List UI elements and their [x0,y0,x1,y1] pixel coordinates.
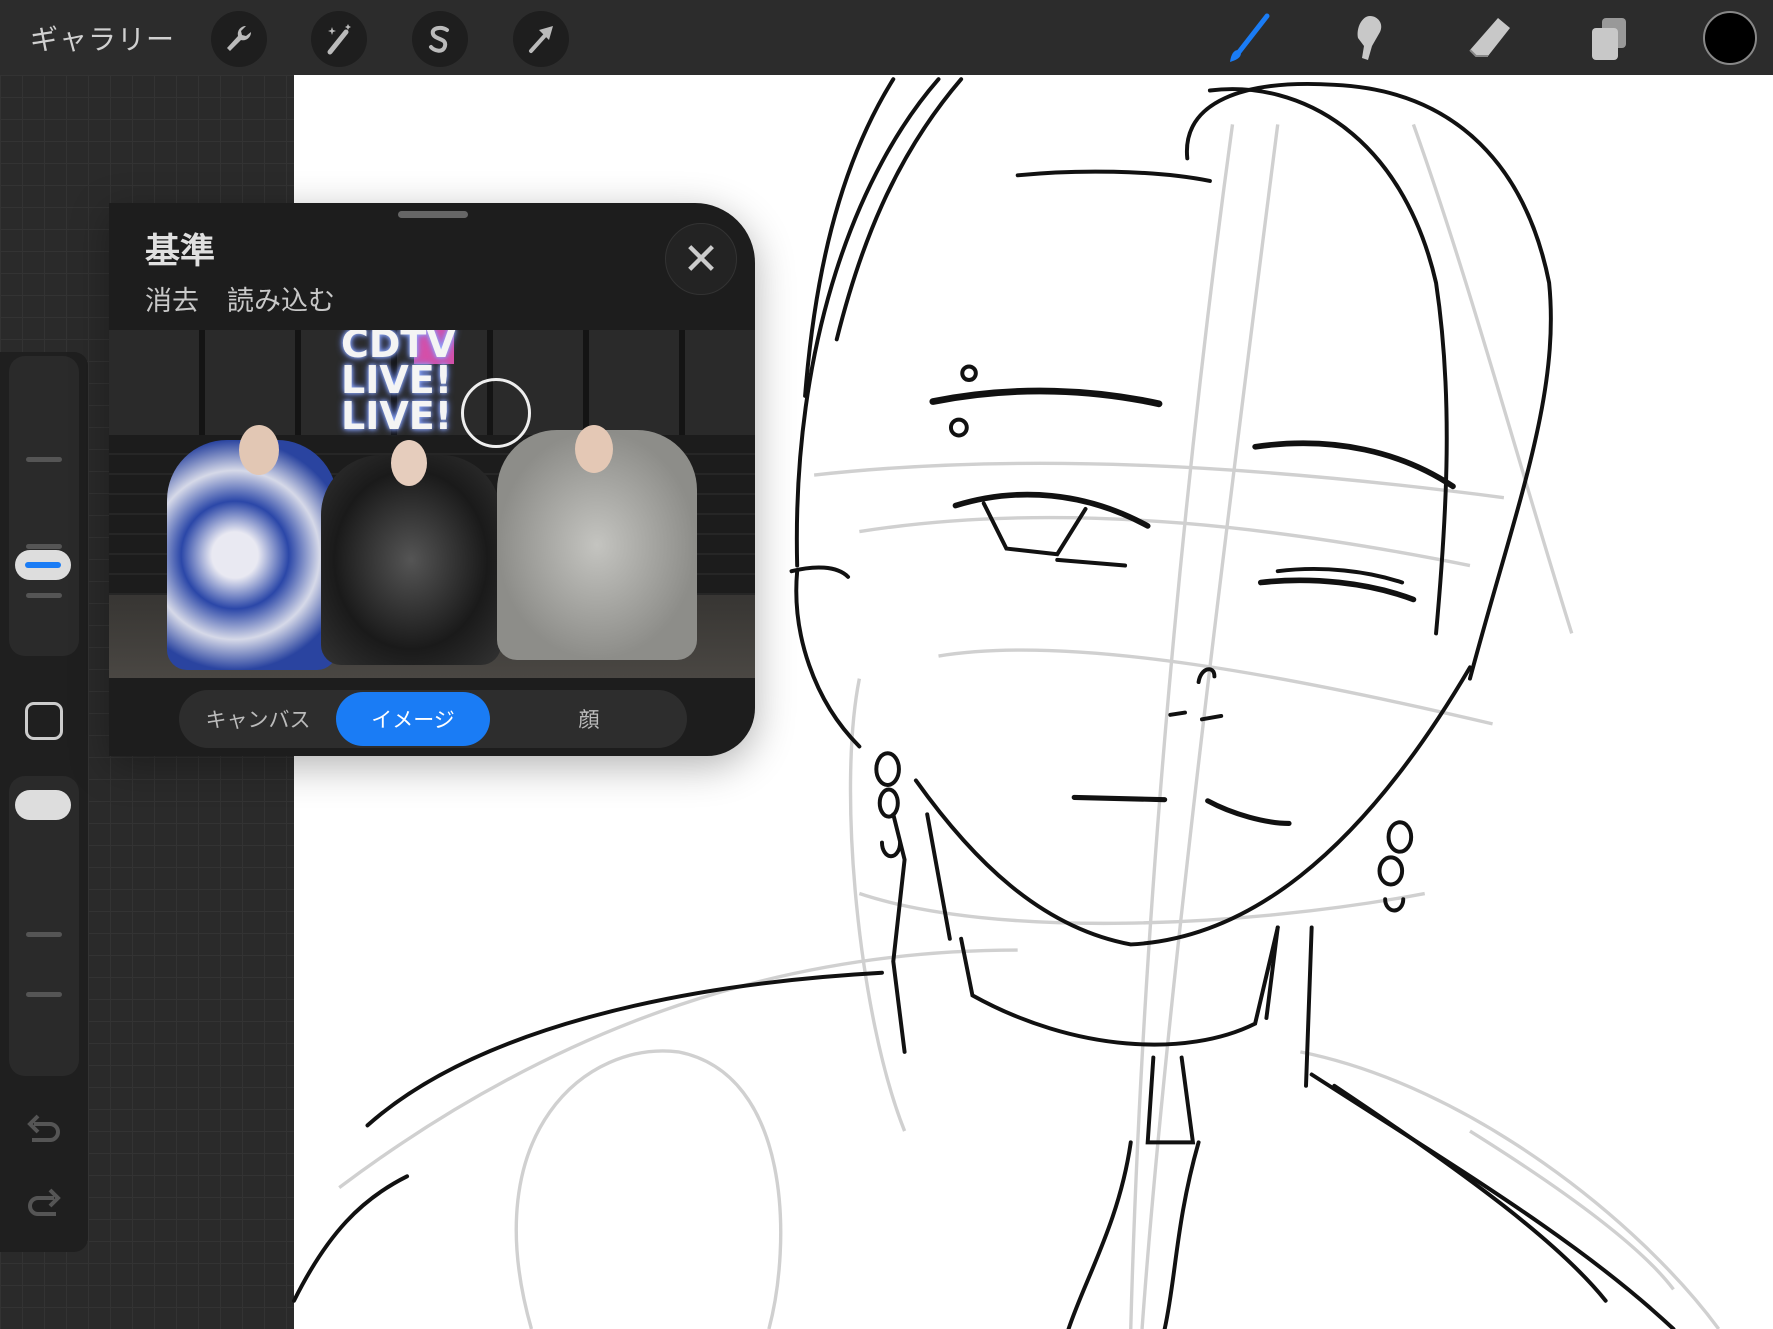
slider-tick [26,932,62,937]
segment-canvas[interactable]: キャンバス [183,692,333,746]
panel-title: 基準 [145,232,216,272]
brush-size-handle[interactable] [15,550,71,580]
undo-icon [27,1114,60,1142]
selection-icon [429,25,449,53]
color-picker-button[interactable] [1703,11,1757,65]
close-icon: ✕ [682,233,720,285]
brush-icon [1230,13,1270,62]
person-left [167,440,337,670]
face [575,425,613,473]
gallery-button[interactable]: ギャラリー [30,18,175,58]
opacity-slider[interactable] [9,776,79,1076]
smudge-icon [1357,16,1382,60]
close-button[interactable]: ✕ [665,223,737,295]
top-toolbar: ギャラリー [0,0,1773,75]
redo-icon [28,1188,61,1216]
slider-tick [26,457,62,462]
reference-image: CDTV LIVE! LIVE! [109,330,755,678]
layers-button[interactable] [1582,12,1636,66]
actions-wrench-button[interactable] [211,11,267,67]
smudge-tool-button[interactable] [1340,12,1394,66]
reference-mode-segmented-control: キャンバス イメージ 顔 [179,690,687,748]
eraser-icon [1469,18,1510,57]
adjustments-button[interactable] [311,11,367,67]
reference-panel: 基準 消去 読み込む ✕ CDTV LIVE! LIVE! キャンバス イメージ… [109,203,755,756]
slider-tick [26,544,62,549]
redo-button[interactable] [24,1186,64,1224]
sidebar [0,352,88,1252]
segment-face[interactable]: 顔 [499,692,679,746]
modify-button[interactable] [25,702,63,740]
opacity-handle[interactable] [15,790,71,820]
brush-tool-button[interactable] [1221,12,1275,66]
clear-button[interactable]: 消去 [145,279,199,318]
neon-sign-line: LIVE! [341,358,453,402]
selection-button[interactable] [412,11,468,67]
slider-tick [26,593,62,598]
wrench-icon [227,25,252,51]
transform-button[interactable] [513,11,569,67]
import-button[interactable]: 読み込む [227,279,335,318]
magic-wand-icon [327,24,351,55]
neon-sign-line: LIVE! [341,394,453,438]
neon-sign: CDTV LIVE! LIVE! [341,330,456,438]
panel-drag-handle[interactable] [398,211,468,218]
segment-image[interactable]: イメージ [336,692,490,746]
transform-arrow-icon [529,26,553,53]
brush-size-slider[interactable] [9,356,79,656]
person-center [321,455,501,665]
face [239,425,279,475]
lightning-logo [461,378,531,448]
undo-button[interactable] [24,1112,64,1150]
slider-tick [26,992,62,997]
eraser-tool-button[interactable] [1462,12,1516,66]
layers-icon [1592,18,1626,60]
face [391,440,427,486]
